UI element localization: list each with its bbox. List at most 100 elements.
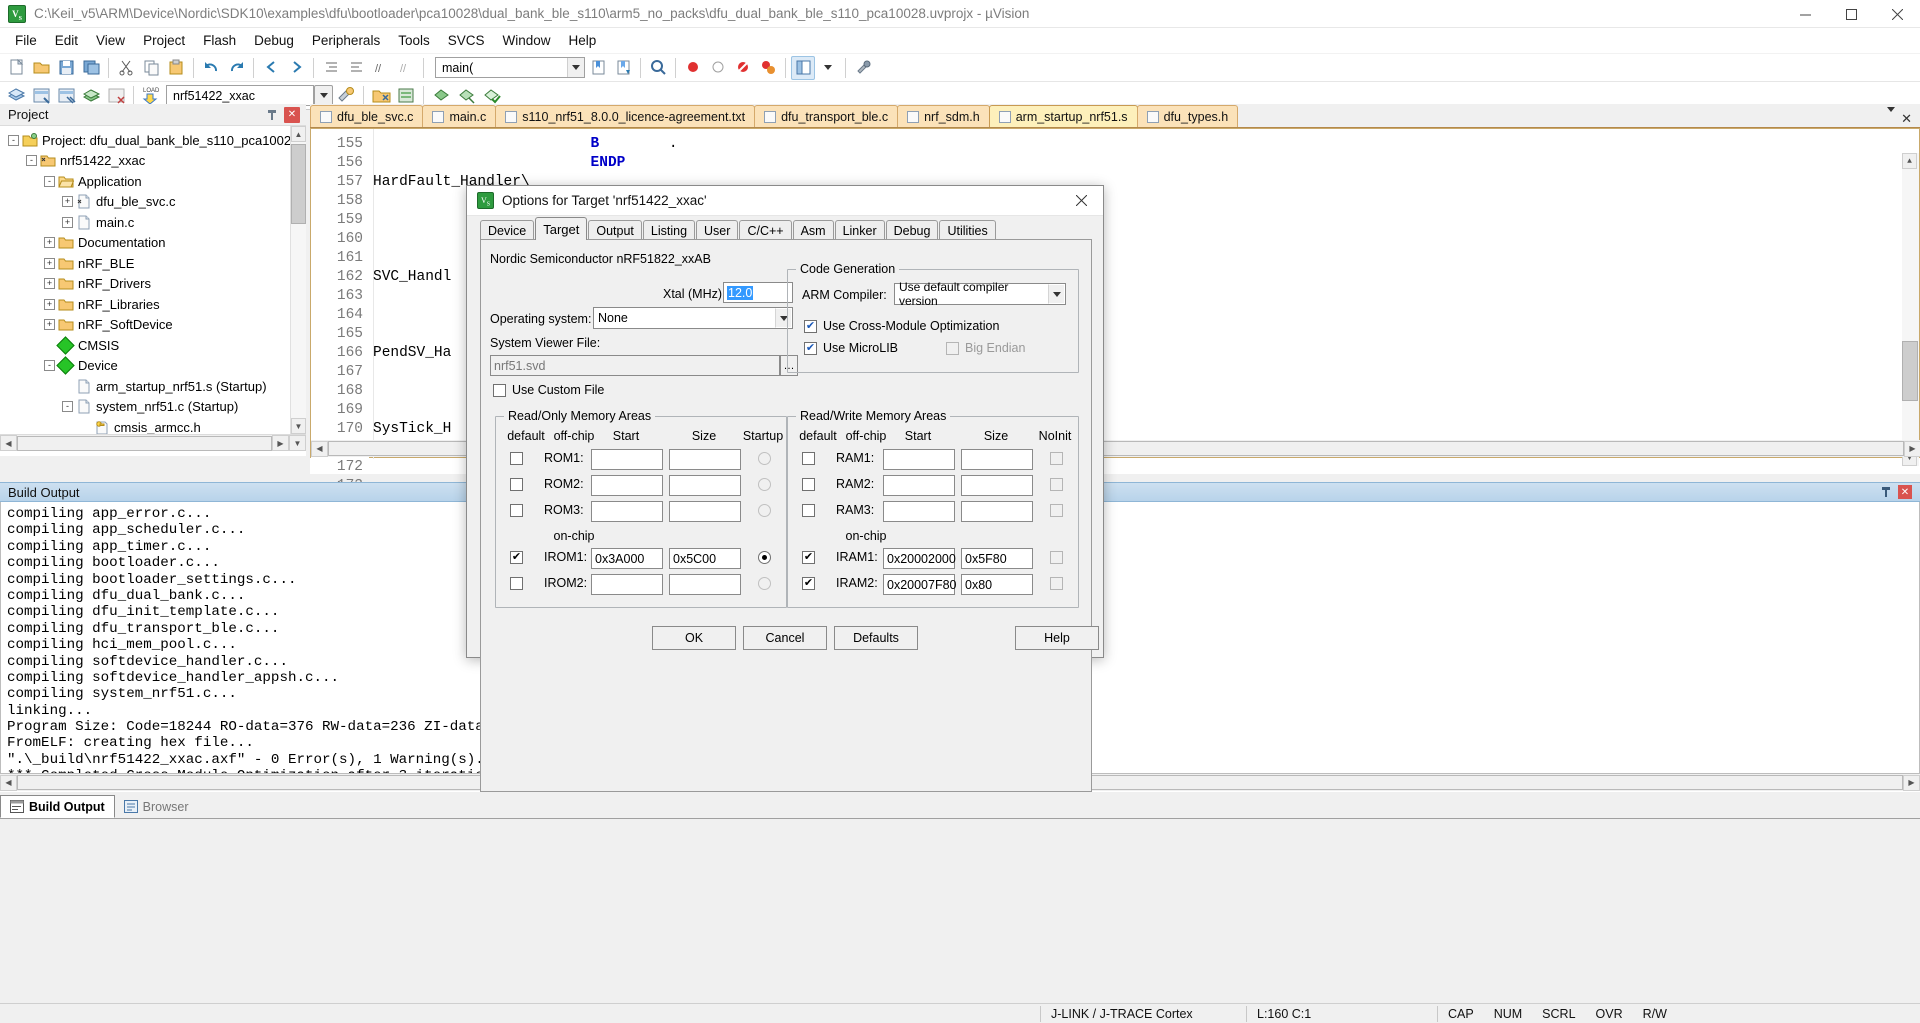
dialog-close-button[interactable] (1059, 186, 1103, 215)
pin-icon[interactable] (264, 107, 280, 123)
tree-expander-icon[interactable]: + (44, 319, 55, 331)
function-combo[interactable]: main( (435, 57, 585, 78)
arm-compiler-combo[interactable]: Use default compiler version (894, 280, 1066, 308)
dialog-tab-asm[interactable]: Asm (792, 220, 834, 240)
tree-expander-icon[interactable]: - (8, 134, 19, 146)
comment-icon[interactable]: // (369, 56, 393, 80)
scroll-down-icon[interactable]: ▼ (291, 418, 306, 434)
document-tab[interactable]: dfu_types.h (1136, 105, 1239, 127)
default-checkbox[interactable] (510, 478, 523, 491)
back-icon[interactable] (259, 56, 283, 80)
document-tab[interactable]: dfu_transport_ble.c (754, 105, 899, 127)
dialog-tab-device[interactable]: Device (480, 220, 535, 240)
menu-help[interactable]: Help (560, 30, 606, 51)
menu-svcs[interactable]: SVCS (439, 30, 494, 51)
size-input[interactable] (669, 501, 741, 522)
noinit-checkbox[interactable] (1050, 478, 1063, 491)
close-icon[interactable]: ✕ (284, 106, 300, 123)
scroll-right-icon[interactable]: ▶ (1903, 774, 1920, 791)
tree-item[interactable]: + nRF_Libraries (0, 294, 306, 315)
cut-icon[interactable] (114, 56, 138, 80)
tree-item[interactable]: - Project: dfu_dual_bank_ble_s110_pca1002… (0, 130, 306, 151)
redo-icon[interactable] (224, 56, 248, 80)
indent-icon[interactable] (319, 56, 343, 80)
start-input[interactable] (883, 449, 955, 470)
size-input[interactable] (961, 475, 1033, 496)
scroll-up-icon[interactable]: ▲ (1902, 153, 1917, 169)
default-checkbox[interactable] (510, 504, 523, 517)
size-input[interactable] (669, 449, 741, 470)
save-icon[interactable] (54, 56, 78, 80)
chevron-down-icon[interactable] (567, 58, 584, 77)
scroll-left-icon[interactable]: ◀ (311, 440, 328, 457)
ok-button[interactable]: OK (652, 626, 736, 650)
outdent-icon[interactable] (344, 56, 368, 80)
startup-radio[interactable] (758, 577, 771, 590)
dialog-tab-output[interactable]: Output (588, 220, 642, 240)
tree-expander-icon[interactable]: - (44, 360, 55, 372)
scroll-thumb[interactable] (291, 144, 306, 224)
start-input[interactable] (883, 475, 955, 496)
tree-item[interactable]: arm_startup_nrf51.s (Startup) (0, 376, 306, 397)
uncomment-icon[interactable]: // (394, 56, 418, 80)
tree-expander-icon[interactable]: + (44, 298, 55, 310)
cross-module-optimization-row[interactable]: ✔ Use Cross-Module Optimization (804, 319, 999, 333)
close-icon[interactable]: ✕ (1898, 485, 1912, 499)
document-tab[interactable]: s110_nrf51_8.0.0_licence-agreement.txt (495, 105, 756, 127)
menu-window[interactable]: Window (493, 30, 559, 51)
pin-icon[interactable] (1880, 486, 1892, 498)
start-input[interactable]: 0x20002000 (883, 548, 956, 569)
default-checkbox[interactable] (802, 504, 815, 517)
scroll-right-icon[interactable]: ▶ (1904, 440, 1920, 457)
target-combo-arrow[interactable] (314, 85, 333, 106)
startup-radio[interactable] (758, 478, 771, 491)
copy-icon[interactable] (139, 56, 163, 80)
dialog-tab-debug[interactable]: Debug (885, 220, 939, 240)
size-input[interactable] (961, 449, 1033, 470)
cancel-button[interactable]: Cancel (743, 626, 827, 650)
bookmark-icon[interactable] (586, 56, 610, 80)
tab-browser[interactable]: Browser (115, 795, 198, 818)
size-input[interactable] (669, 475, 741, 496)
hscroll-thumb[interactable] (17, 435, 272, 451)
size-input[interactable]: 0x5F80 (961, 548, 1033, 569)
tab-build-output[interactable]: Build Output (0, 795, 115, 818)
size-input[interactable]: 0x80 (961, 574, 1033, 595)
scroll-left-icon[interactable]: ◀ (0, 774, 17, 791)
dialog-tab-target[interactable]: Target (535, 217, 588, 240)
dialog-tab-listing[interactable]: Listing (642, 220, 696, 240)
debug-start-icon[interactable] (681, 56, 705, 80)
project-tree-hscrollbar[interactable]: ◀ ▶ ▼ (0, 434, 306, 451)
undo-icon[interactable] (199, 56, 223, 80)
window-layout-icon[interactable] (791, 55, 815, 80)
breakpoint-list-icon[interactable] (756, 56, 780, 80)
default-checkbox[interactable]: ✔ (510, 551, 523, 564)
tree-item[interactable]: + dfu_ble_svc.c (0, 192, 306, 213)
document-tab[interactable]: arm_startup_nrf51.s (988, 105, 1138, 127)
microlib-row[interactable]: ✔ Use MicroLIB (804, 341, 898, 355)
default-checkbox[interactable]: ✔ (802, 577, 815, 590)
tree-expander-icon[interactable]: + (44, 257, 55, 269)
breakpoint-clear-icon[interactable] (731, 56, 755, 80)
menu-edit[interactable]: Edit (46, 30, 87, 51)
editor-vscrollbar[interactable]: ▲ ▼ (1902, 153, 1919, 466)
tree-expander-icon[interactable]: + (44, 278, 55, 290)
menu-flash[interactable]: Flash (194, 30, 245, 51)
dialog-tab-utilities[interactable]: Utilities (939, 220, 996, 240)
tree-item[interactable]: - system_nrf51.c (Startup) (0, 397, 306, 418)
project-tree-vscrollbar[interactable]: ▲ ▼ (290, 126, 306, 434)
forward-icon[interactable] (284, 56, 308, 80)
bookmark-next-icon[interactable] (611, 56, 635, 80)
tree-expander-icon[interactable]: - (26, 155, 37, 167)
tree-item[interactable]: + nRF_SoftDevice (0, 315, 306, 336)
tree-item[interactable]: cmsis_armcc.h (0, 417, 306, 434)
menu-project[interactable]: Project (134, 30, 194, 51)
tree-item[interactable]: + nRF_Drivers (0, 274, 306, 295)
save-all-icon[interactable] (79, 56, 103, 80)
breakpoint-disable-icon[interactable] (706, 56, 730, 80)
noinit-checkbox[interactable] (1050, 504, 1063, 517)
chevron-down-icon[interactable] (1048, 284, 1065, 304)
dialog-tab-linker[interactable]: Linker (834, 220, 885, 240)
tree-item[interactable]: - Application (0, 171, 306, 192)
minimize-button[interactable] (1782, 0, 1828, 28)
